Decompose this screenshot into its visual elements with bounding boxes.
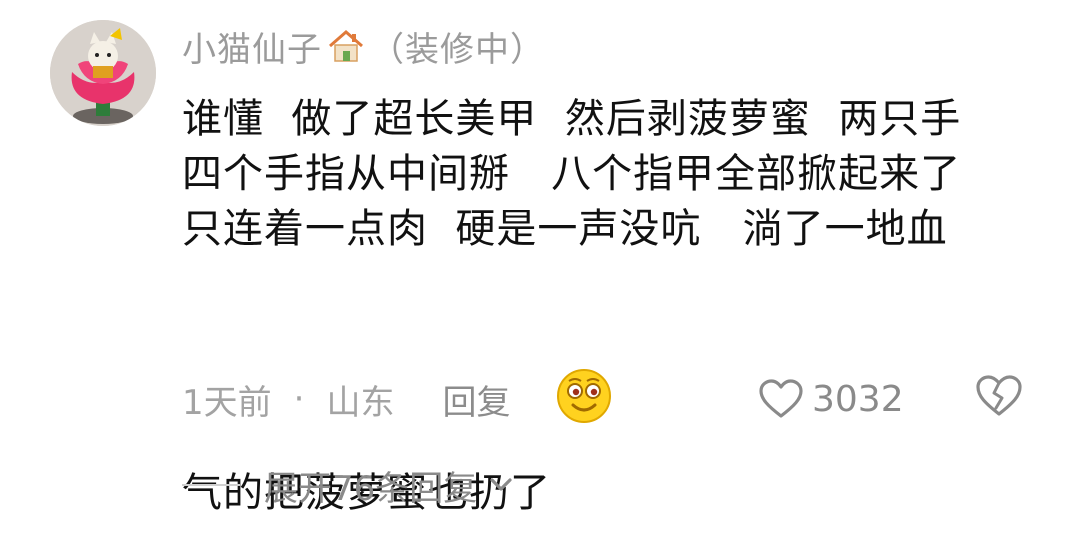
chevron-down-icon	[485, 469, 517, 501]
expand-replies-button[interactable]: 展开76条回复	[182, 460, 517, 510]
meta-separator: ·	[293, 379, 305, 419]
comment-text: 谁懂 做了超长美甲 然后剥菠萝蜜 两只手 四个手指从中间掰 八个指甲全部掀起来了…	[182, 92, 1052, 516]
timestamp: 1天前	[182, 382, 272, 423]
house-icon	[326, 26, 366, 66]
comment-line: 只连着一点肉 硬是一声没吭 淌了一地血	[182, 206, 948, 252]
expand-replies-label: 展开76条回复	[264, 468, 478, 509]
like-count: 3032	[812, 378, 904, 420]
broken-heart-icon	[974, 372, 1024, 420]
divider-line	[182, 484, 240, 486]
like-button[interactable]: 3032	[758, 374, 904, 424]
comment-line: 四个手指从中间掰 八个指甲全部掀起来了	[182, 151, 962, 197]
username-text[interactable]: 小猫仙子	[182, 22, 322, 71]
comment-line-last: 气的把菠萝蜜也扔了	[182, 257, 1052, 516]
smiley-emoji-icon	[555, 257, 613, 423]
reply-button[interactable]: 回复	[442, 375, 510, 424]
location: 山东	[326, 382, 395, 423]
username[interactable]: 小猫仙子 （装修中）	[182, 20, 545, 72]
avatar[interactable]	[50, 20, 156, 126]
dislike-button[interactable]	[974, 372, 1024, 422]
user-badge-text: （装修中）	[370, 29, 545, 70]
comment-line: 谁懂 做了超长美甲 然后剥菠萝蜜 两只手	[182, 96, 962, 142]
heart-outline-icon	[758, 378, 804, 420]
comment-meta: 1天前 · 山东 回复	[182, 374, 510, 424]
